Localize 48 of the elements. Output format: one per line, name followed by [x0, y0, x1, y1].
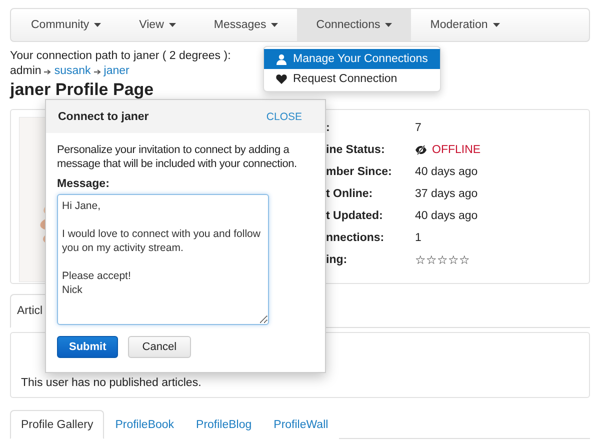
- caret-icon: [94, 23, 102, 27]
- stat-value: 40 days ago: [415, 209, 479, 224]
- stat-label: mber Since:: [326, 165, 393, 180]
- star-icon: ☆: [415, 249, 426, 271]
- star-icon: ☆: [426, 249, 437, 271]
- nav-menu[interactable]: Moderation: [411, 9, 519, 41]
- caret-icon: [168, 23, 176, 27]
- stat-value: 7: [415, 121, 422, 136]
- message-field[interactable]: Hi Jane, I would love to connect with you and follow you on my activity stream. Please accept! Nick: [57, 194, 269, 325]
- stat-label: :: [326, 121, 331, 136]
- menu-item[interactable]: Manage Your Connections: [264, 49, 440, 69]
- user-name: admin: [10, 64, 42, 79]
- nav-menu[interactable]: Messages: [194, 9, 298, 41]
- cancel-button[interactable]: Cancel: [128, 336, 191, 358]
- dialog-title: Connect to janer: [58, 110, 149, 122]
- stat-label: t Online:: [326, 187, 374, 202]
- submit-button[interactable]: Submit: [57, 336, 118, 358]
- stat-label: ing:: [326, 253, 348, 268]
- caret-icon: [385, 23, 392, 27]
- user-link[interactable]: susank: [54, 64, 91, 79]
- tab[interactable]: Profile Gallery: [10, 410, 104, 439]
- page-title: janer Profile Page: [10, 80, 154, 99]
- menu-item[interactable]: Request Connection: [264, 69, 440, 89]
- stat-value: 40 days ago: [415, 165, 479, 180]
- star-icon: ☆: [459, 249, 470, 271]
- stat-label: ine Status:: [326, 143, 386, 158]
- user-link[interactable]: janer: [104, 64, 130, 79]
- caret-icon: [271, 23, 278, 27]
- stat-label: nnections:: [326, 231, 386, 246]
- dialog-text: Personalize your invitation to connect by adding a message that will be included with your connection.: [57, 143, 298, 171]
- empty-message: This user has no published articles.: [21, 377, 202, 389]
- caret-icon: [492, 23, 500, 27]
- eye-slash-icon: [415, 145, 427, 155]
- nav-menu[interactable]: View: [120, 9, 195, 41]
- connection-path-text: Your connection path to janer ( 2 degrees ):: [10, 49, 231, 64]
- stat-label: t Updated:: [326, 209, 384, 224]
- arrow-icon: [44, 68, 52, 74]
- star-icon: ☆: [448, 249, 459, 271]
- stat-value: 37 days ago: [415, 187, 479, 202]
- stat-value: 1: [415, 231, 422, 246]
- heart-icon: [276, 74, 287, 84]
- field-label: Message:: [57, 178, 110, 190]
- status-value: OFFLINE: [432, 143, 481, 158]
- arrow-icon: [94, 68, 101, 74]
- user-icon: [276, 54, 287, 64]
- nav-menu[interactable]: Connections: [297, 9, 412, 41]
- star-icon: ☆: [437, 249, 448, 271]
- nav-menu[interactable]: Community: [12, 9, 120, 41]
